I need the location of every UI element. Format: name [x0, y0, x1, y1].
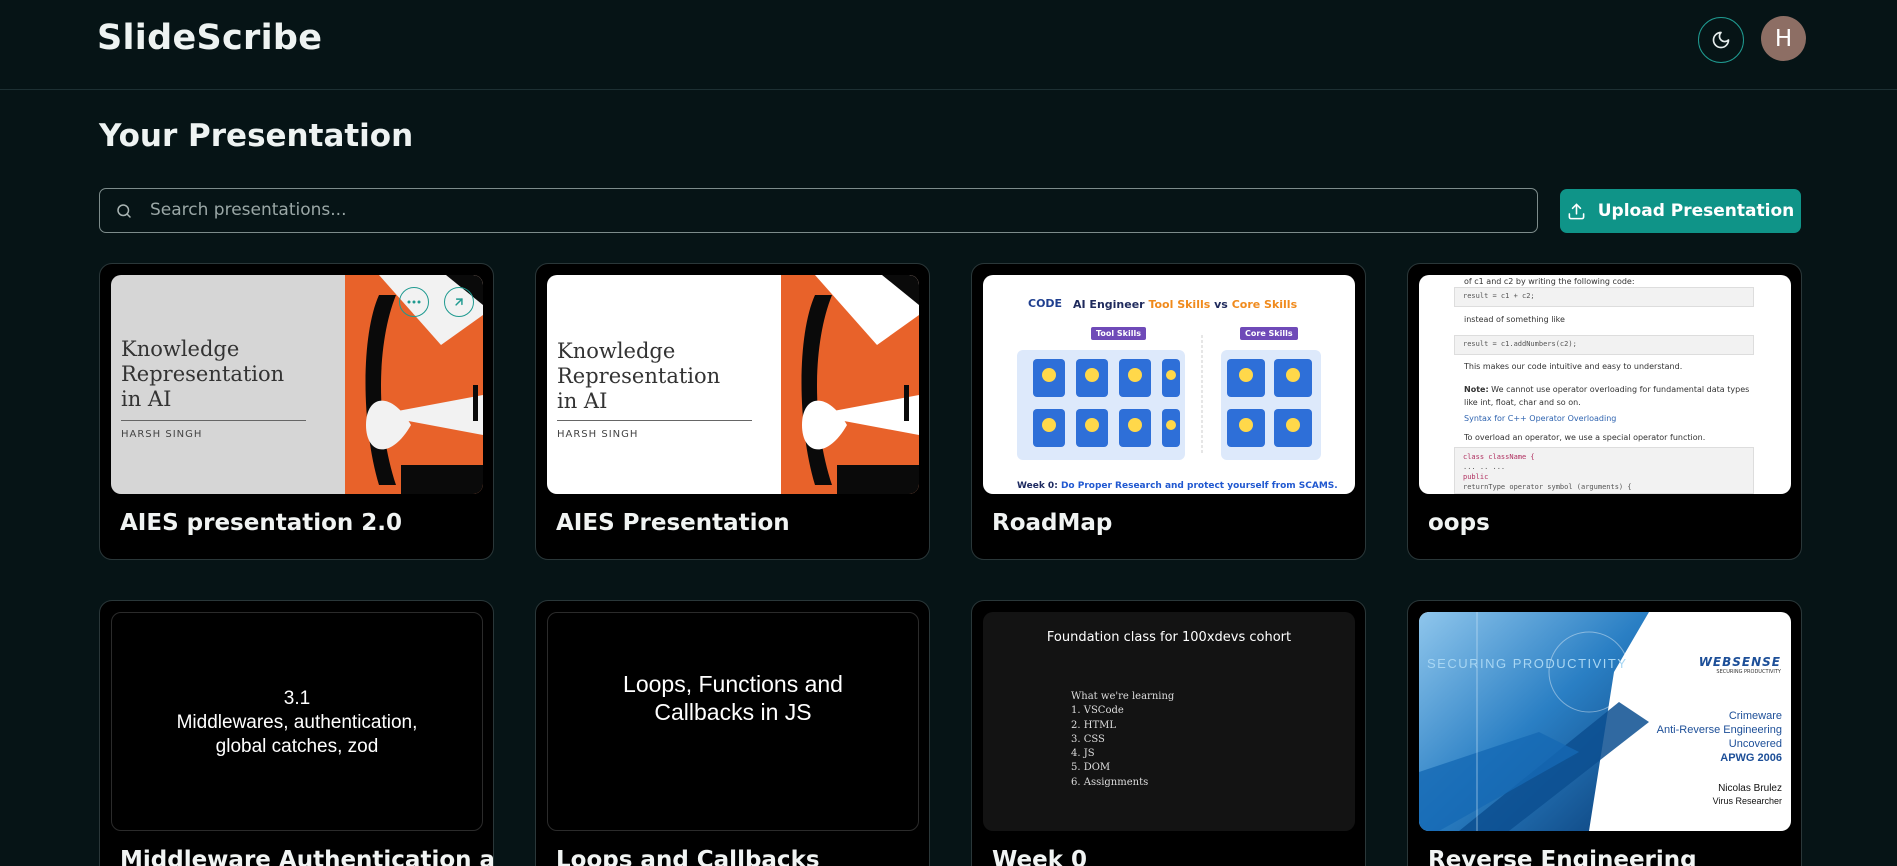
- slide-text: To overload an operator, we use a specia…: [1464, 433, 1706, 442]
- slide-presenter: Nicolas Brulez Virus Researcher: [1712, 783, 1782, 806]
- upload-presentation-button[interactable]: Upload Presentation: [1560, 189, 1801, 233]
- card-more-button[interactable]: [399, 287, 429, 317]
- card-title: Middleware Authentication and: [120, 847, 494, 866]
- slide-heading: Loops, Functions and Callbacks in JS: [623, 671, 843, 725]
- code-block: class className { ... .. ... public retu…: [1454, 447, 1754, 494]
- card-title: Week 0: [992, 847, 1088, 866]
- slide-link: Syntax for C++ Operator Overloading: [1464, 414, 1617, 423]
- upload-button-label: Upload Presentation: [1597, 201, 1795, 221]
- slide-heading: 3.1 Middlewares, authentication, global …: [176, 688, 418, 757]
- slide-text: instead of something like: [1464, 315, 1565, 324]
- code-block: result = c1.addNumbers(c2);: [1454, 335, 1754, 355]
- slide-text: like int, float, char and so on.: [1464, 398, 1581, 407]
- presentation-card[interactable]: Knowledge Representation in AI HARSH SIN…: [535, 263, 930, 560]
- slide-thumbnail: CODE AI Engineer Tool Skills vs Core Ski…: [983, 275, 1355, 494]
- slide-heading: Knowledge Representation in AI: [121, 337, 285, 411]
- upload-icon: [1568, 203, 1585, 219]
- moon-icon: [1712, 31, 1730, 49]
- app-brand[interactable]: SlideScribe: [97, 18, 322, 58]
- slide-list: What we're learning 1. VSCode 2. HTML 3.…: [1071, 691, 1175, 788]
- presentation-card[interactable]: Loops, Functions and Callbacks in JS Loo…: [535, 600, 930, 866]
- search-icon: [117, 204, 131, 218]
- page-title: Your Presentation: [99, 118, 414, 154]
- slide-note: Note: We cannot use operator overloading…: [1464, 385, 1750, 394]
- presentation-card[interactable]: Foundation class for 100xdevs cohort Wha…: [971, 600, 1366, 866]
- presentation-card[interactable]: SECURING PRODUCTIVITY WEBSENSE SECURING …: [1407, 600, 1802, 866]
- slide-heading: Foundation class for 100xdevs cohort: [1046, 630, 1292, 645]
- slide-heading: Knowledge Representation in AI: [557, 339, 721, 413]
- slide-thumbnail: Knowledge Representation in AI HARSH SIN…: [111, 275, 483, 494]
- slide-thumbnail: Foundation class for 100xdevs cohort Wha…: [983, 612, 1355, 831]
- presentation-card[interactable]: 3.1 Middlewares, authentication, global …: [99, 600, 494, 866]
- theme-toggle-button[interactable]: [1698, 17, 1744, 63]
- slide-thumbnail: 3.1 Middlewares, authentication, global …: [111, 612, 483, 831]
- slide-footer: Week 0: Do Proper Research and protect y…: [1017, 481, 1338, 491]
- search-bar[interactable]: [99, 188, 1538, 233]
- user-avatar[interactable]: H: [1761, 16, 1806, 61]
- card-open-button[interactable]: [444, 287, 474, 317]
- card-title: AIES presentation 2.0: [120, 510, 403, 536]
- card-title: Reverse Engineering: [1428, 847, 1697, 866]
- slide-thumbnail: Loops, Functions and Callbacks in JS: [547, 612, 919, 831]
- external-link-icon: [455, 298, 463, 306]
- card-title: AIES Presentation: [556, 510, 790, 536]
- slide-logo: WEBSENSE SECURING PRODUCTIVITY: [1698, 655, 1781, 675]
- slide-text: of c1 and c2 by writing the following co…: [1464, 277, 1635, 286]
- presentation-card[interactable]: of c1 and c2 by writing the following co…: [1407, 263, 1802, 560]
- code-block: result = c1 + c2;: [1454, 287, 1754, 307]
- slide-author: HARSH SINGH: [557, 429, 639, 440]
- presentation-card[interactable]: CODE AI Engineer Tool Skills vs Core Ski…: [971, 263, 1366, 560]
- search-input[interactable]: [150, 189, 1520, 231]
- top-bar: SlideScribe H: [0, 0, 1897, 90]
- card-title: RoadMap: [992, 510, 1113, 536]
- slide-thumbnail: of c1 and c2 by writing the following co…: [1419, 275, 1791, 494]
- more-horizontal-icon: [407, 300, 421, 304]
- slide-divider: [557, 420, 752, 421]
- slide-author: HARSH SINGH: [121, 429, 203, 440]
- card-title: oops: [1428, 510, 1490, 536]
- skills-grid: [1017, 335, 1321, 460]
- slide-tagline: SECURING PRODUCTIVITY: [1427, 656, 1628, 671]
- card-title: Loops and Callbacks: [556, 847, 820, 866]
- slide-thumbnail: SECURING PRODUCTIVITY WEBSENSE SECURING …: [1419, 612, 1791, 831]
- slide-divider: [121, 420, 306, 421]
- slide-thumbnail: Knowledge Representation in AI HARSH SIN…: [547, 275, 919, 494]
- slide-heading: Crimeware Anti-Reverse Engineering Uncov…: [1656, 710, 1782, 764]
- slide-text: This makes our code intuitive and easy t…: [1464, 362, 1683, 371]
- presentation-card[interactable]: Knowledge Representation in AI HARSH SIN…: [99, 263, 494, 560]
